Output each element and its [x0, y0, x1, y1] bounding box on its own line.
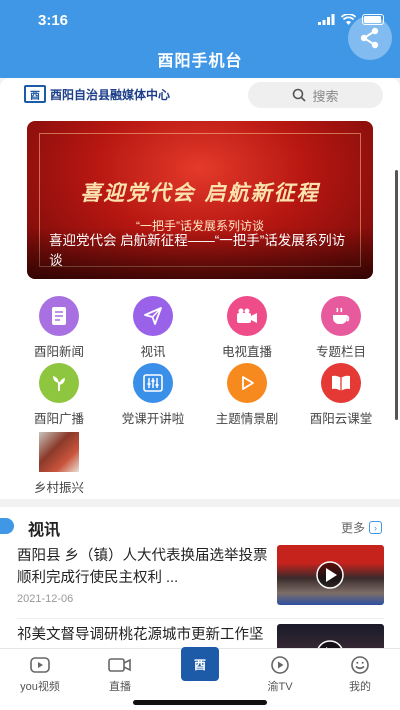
- tab-you-video[interactable]: you视频: [10, 655, 70, 694]
- more-link[interactable]: 更多 ›: [341, 519, 382, 536]
- play-icon: [227, 363, 267, 403]
- news-separator: [17, 618, 384, 619]
- grid-item-rural[interactable]: 乡村振兴: [19, 432, 99, 496]
- search-icon: [293, 88, 307, 102]
- grid-item-news[interactable]: 酉阳新闻: [19, 296, 99, 360]
- play-icon: [316, 561, 344, 589]
- section-header: 视讯 更多 ›: [0, 515, 400, 539]
- brand-logo: 酉 酉阳自治县融媒体中心: [24, 85, 170, 103]
- brand-row: 酉 酉阳自治县融媒体中心 搜索: [0, 78, 400, 112]
- equalizer-icon: [133, 363, 173, 403]
- tab-label: 渝TV: [267, 681, 293, 693]
- grid-item-radio[interactable]: 酉阳广播: [19, 363, 99, 427]
- banner-caption: 喜迎党代会 启航新征程——“一把手”话发展系列访谈: [27, 227, 373, 279]
- banner-carousel[interactable]: 喜迎党代会 启航新征程 “一把手”话发展系列访谈 喜迎党代会 启航新征程——“一…: [27, 121, 373, 279]
- grid-item-label: 主题情景剧: [215, 412, 279, 426]
- grid-item-tv-live[interactable]: 电视直播: [207, 296, 287, 360]
- tab-profile[interactable]: 我的: [330, 655, 390, 694]
- tab-yu-tv[interactable]: 渝TV: [250, 655, 310, 694]
- camera-icon: [108, 658, 131, 672]
- coffee-icon: [321, 296, 361, 336]
- profile-icon: [351, 656, 369, 674]
- tab-live[interactable]: 直播: [90, 655, 150, 694]
- grid-item-label: 视讯: [140, 345, 166, 359]
- grid-item-label: 酉阳新闻: [33, 345, 84, 359]
- rural-thumbnail-icon: [39, 432, 79, 472]
- search-box[interactable]: 搜索: [248, 82, 383, 108]
- news-date: 2021-12-06: [17, 593, 74, 605]
- home-logo-icon: 酉: [181, 647, 219, 681]
- search-label: 搜索: [312, 88, 339, 104]
- video-camera-icon: [227, 296, 267, 336]
- grid-item-label: 电视直播: [221, 345, 272, 359]
- grid-item-party-class[interactable]: 党课开讲啦: [113, 363, 193, 427]
- news-title: 祁美文督导调研桃花源城市更新工作坚定信心不动摇 瞄准目标 ...: [17, 627, 264, 643]
- section-accent-bar: [0, 518, 14, 534]
- status-time: 3:16: [38, 12, 69, 29]
- brand-logo-icon: 酉: [24, 85, 46, 103]
- banner-headline: 喜迎党代会 启航新征程: [80, 180, 320, 205]
- grid-item-label: 乡村振兴: [33, 481, 84, 495]
- brand-name: 酉阳自治县融媒体中心: [50, 87, 171, 102]
- grid-item-theme-drama[interactable]: 主题情景剧: [207, 363, 287, 427]
- app-title: 酉阳手机台: [157, 53, 243, 70]
- tv-play-icon: [271, 656, 289, 674]
- chevron-right-icon: ›: [369, 521, 382, 534]
- grid-item-cloud-class[interactable]: 酉阳云课堂: [301, 363, 381, 427]
- tab-home[interactable]: 酉: [176, 640, 224, 688]
- grid-item-shixun[interactable]: 视讯: [113, 296, 193, 360]
- more-label: 更多: [340, 521, 365, 535]
- share-icon: [360, 27, 379, 49]
- section-title: 视讯: [28, 522, 61, 539]
- news-icon: [39, 296, 79, 336]
- tab-label: 直播: [109, 681, 131, 693]
- scrollbar[interactable]: [395, 170, 398, 420]
- book-icon: [321, 363, 361, 403]
- app-header: 3:16 酉阳手机台: [0, 0, 400, 78]
- news-title: 酉阳县 乡（镇）人大代表换届选举投票顺利完成行使民主权利 ...: [17, 548, 268, 586]
- main-content[interactable]: 酉 酉阳自治县融媒体中心 搜索 喜迎党代会 启航新征程 “一把手”话发展系列访谈…: [0, 78, 400, 648]
- grid-item-label: 党课开讲啦: [121, 412, 185, 426]
- grid-item-label: 酉阳广播: [33, 412, 84, 426]
- section-divider: [0, 499, 400, 507]
- share-button[interactable]: [348, 16, 392, 60]
- signal-icon: [318, 14, 335, 25]
- news-thumbnail: [277, 545, 384, 605]
- play-icon: [317, 640, 343, 648]
- tab-label: you视频: [20, 681, 60, 693]
- tab-label: 我的: [349, 681, 371, 693]
- home-indicator[interactable]: [133, 700, 267, 705]
- grid-item-special[interactable]: 专题栏目: [301, 296, 381, 360]
- news-item[interactable]: 酉阳县 乡（镇）人大代表换届选举投票顺利完成行使民主权利 ... 2021-12…: [0, 545, 400, 619]
- grid-item-label: 专题栏目: [315, 345, 366, 359]
- send-icon: [133, 296, 173, 336]
- radio-icon: [39, 363, 79, 403]
- youtube-icon: [30, 657, 50, 673]
- grid-item-label: 酉阳云课堂: [309, 412, 373, 426]
- news-thumbnail: [277, 624, 384, 648]
